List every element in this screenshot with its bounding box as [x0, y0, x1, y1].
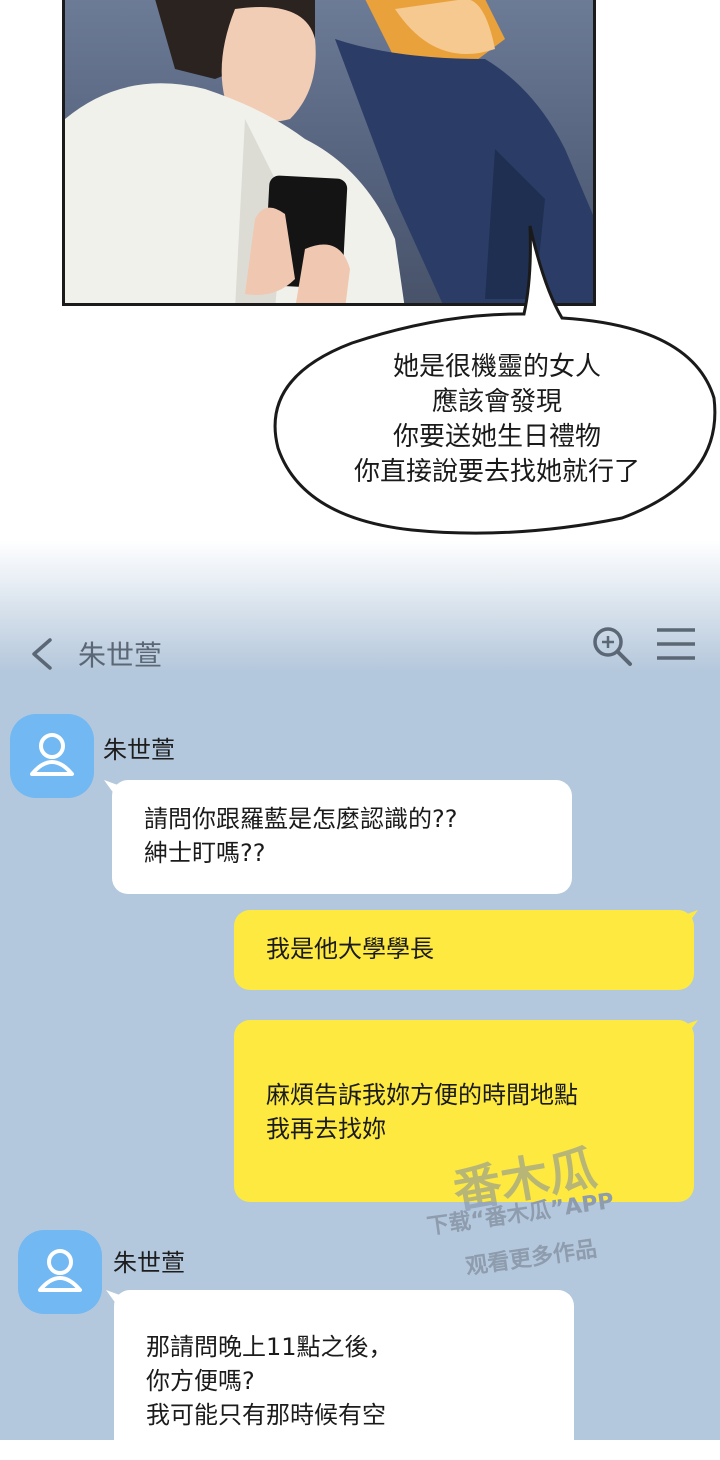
chat-title: 朱世萱 — [78, 639, 163, 672]
speech-bubble-text: 她是很機靈的女人 應該會發現 你要送她生日禮物 你直接說要去找她就行了 — [292, 350, 702, 490]
avatar[interactable] — [18, 1230, 102, 1314]
message-line: 那請問晚上11點之後， — [146, 1333, 393, 1361]
bubble-line: 你要送她生日禮物 — [392, 422, 601, 452]
sender-name: 朱世萱 — [103, 736, 175, 764]
message-line: 請問你跟羅藍是怎麼認識的?? — [144, 805, 458, 833]
bubble-line: 應該會發現 — [431, 387, 562, 417]
message-bubble-outgoing: 我是他大學學長 — [234, 910, 694, 990]
bubble-line: 你直接說要去找她就行了 — [353, 457, 640, 487]
zoom-in-icon[interactable] — [590, 624, 634, 668]
message-line: 麻煩告訴我妳方便的時間地點 — [266, 1081, 578, 1109]
message-bubble-incoming: 那請問晚上11點之後， 你方便嗎? 我可能只有那時候有空 — [114, 1290, 574, 1460]
bubble-line: 她是很機靈的女人 — [392, 352, 601, 382]
hamburger-menu-icon[interactable] — [655, 626, 697, 662]
message-line: 我再去找妳 — [266, 1115, 386, 1143]
avatar[interactable] — [10, 714, 94, 798]
chevron-left-icon[interactable] — [28, 636, 56, 672]
message-line: 你方便嗎? — [146, 1367, 255, 1395]
user-icon — [38, 1249, 82, 1292]
message-line: 紳士盯嗎?? — [144, 839, 266, 867]
message-line: 我是他大學學長 — [266, 935, 434, 963]
user-icon — [30, 733, 74, 776]
message-bubble-incoming: 請問你跟羅藍是怎麼認識的?? 紳士盯嗎?? — [112, 780, 572, 894]
message-line: 我可能只有那時候有空 — [146, 1401, 386, 1429]
sender-name: 朱世萱 — [113, 1249, 185, 1277]
